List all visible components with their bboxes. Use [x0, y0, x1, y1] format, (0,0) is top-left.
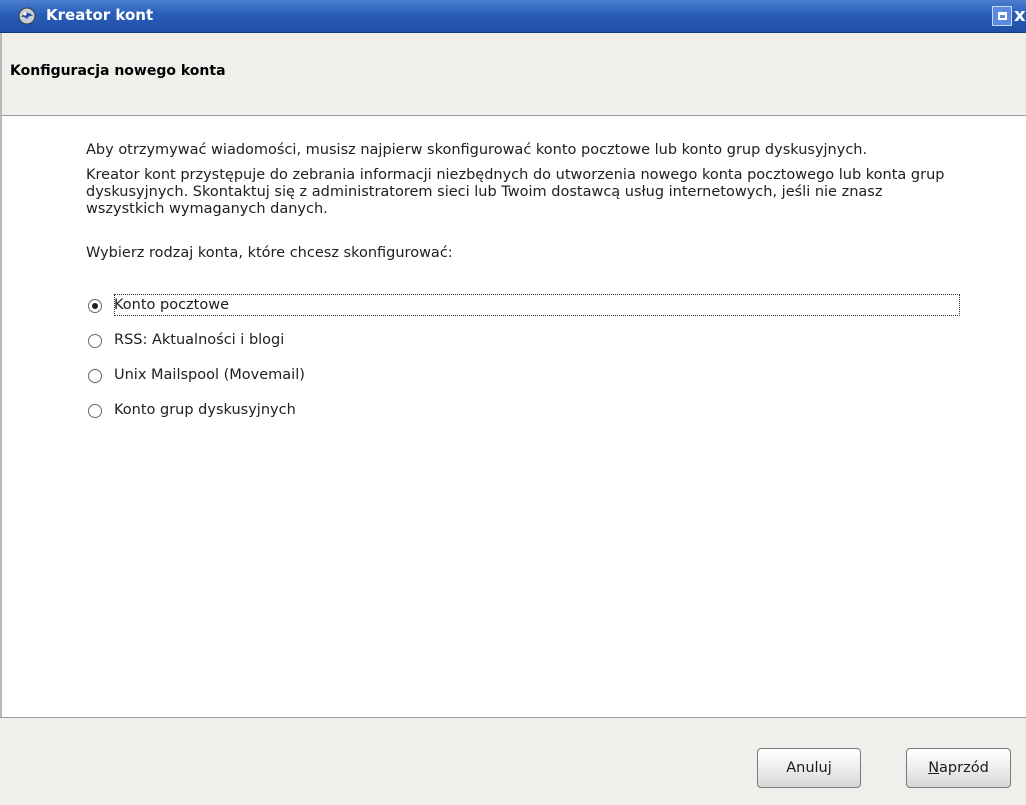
next-button[interactable]: Naprzód	[906, 748, 1011, 788]
info-line-3: wszystkich wymaganych danych.	[86, 201, 328, 217]
radio-movemail[interactable]: Unix Mailspool (Movemail)	[88, 366, 988, 390]
wizard-header: Konfiguracja nowego konta	[0, 33, 1026, 116]
window-left-border	[0, 33, 2, 805]
radio-rss[interactable]: RSS: Aktualności i blogi	[88, 331, 988, 355]
radio-newsgroups[interactable]: Konto grup dyskusyjnych	[88, 401, 988, 425]
next-mnemonic: N	[928, 760, 940, 776]
close-icon: x	[1014, 5, 1026, 26]
radio-label[interactable]: Unix Mailspool (Movemail)	[114, 367, 305, 383]
radio-button[interactable]	[88, 369, 102, 383]
wizard-footer: Anuluj Naprzód	[0, 717, 1026, 805]
radio-label[interactable]: RSS: Aktualności i blogi	[114, 332, 284, 348]
close-button[interactable]: x	[1014, 6, 1026, 26]
radio-mail-account[interactable]: Konto pocztowe	[88, 296, 988, 320]
radio-label[interactable]: Konto pocztowe	[114, 297, 229, 313]
intro-text: Aby otrzymywać wiadomości, musisz najpie…	[86, 142, 868, 158]
account-wizard-window: Kreator kont x Konfiguracja nowego konta…	[0, 0, 1026, 805]
maximize-icon	[998, 12, 1007, 20]
info-line-2: dyskusyjnych. Skontaktuj się z administr…	[86, 184, 883, 200]
radio-label[interactable]: Konto grup dyskusyjnych	[114, 402, 296, 418]
next-label: aprzód	[939, 760, 989, 776]
choose-prompt: Wybierz rodzaj konta, które chcesz skonf…	[86, 245, 453, 261]
radio-button-checked[interactable]	[88, 299, 102, 313]
radio-button[interactable]	[88, 334, 102, 348]
maximize-button[interactable]	[992, 6, 1012, 26]
title-bar[interactable]: Kreator kont x	[0, 0, 1026, 33]
radio-button[interactable]	[88, 404, 102, 418]
wizard-content: Aby otrzymywać wiadomości, musisz najpie…	[0, 116, 1026, 717]
window-title: Kreator kont	[46, 6, 154, 24]
cancel-button[interactable]: Anuluj	[757, 748, 861, 788]
info-line-1: Kreator kont przystępuje do zebrania inf…	[86, 167, 945, 183]
thunderbird-app-icon	[18, 7, 36, 25]
info-text: Kreator kont przystępuje do zebrania inf…	[86, 167, 986, 218]
page-title: Konfiguracja nowego konta	[10, 63, 226, 79]
